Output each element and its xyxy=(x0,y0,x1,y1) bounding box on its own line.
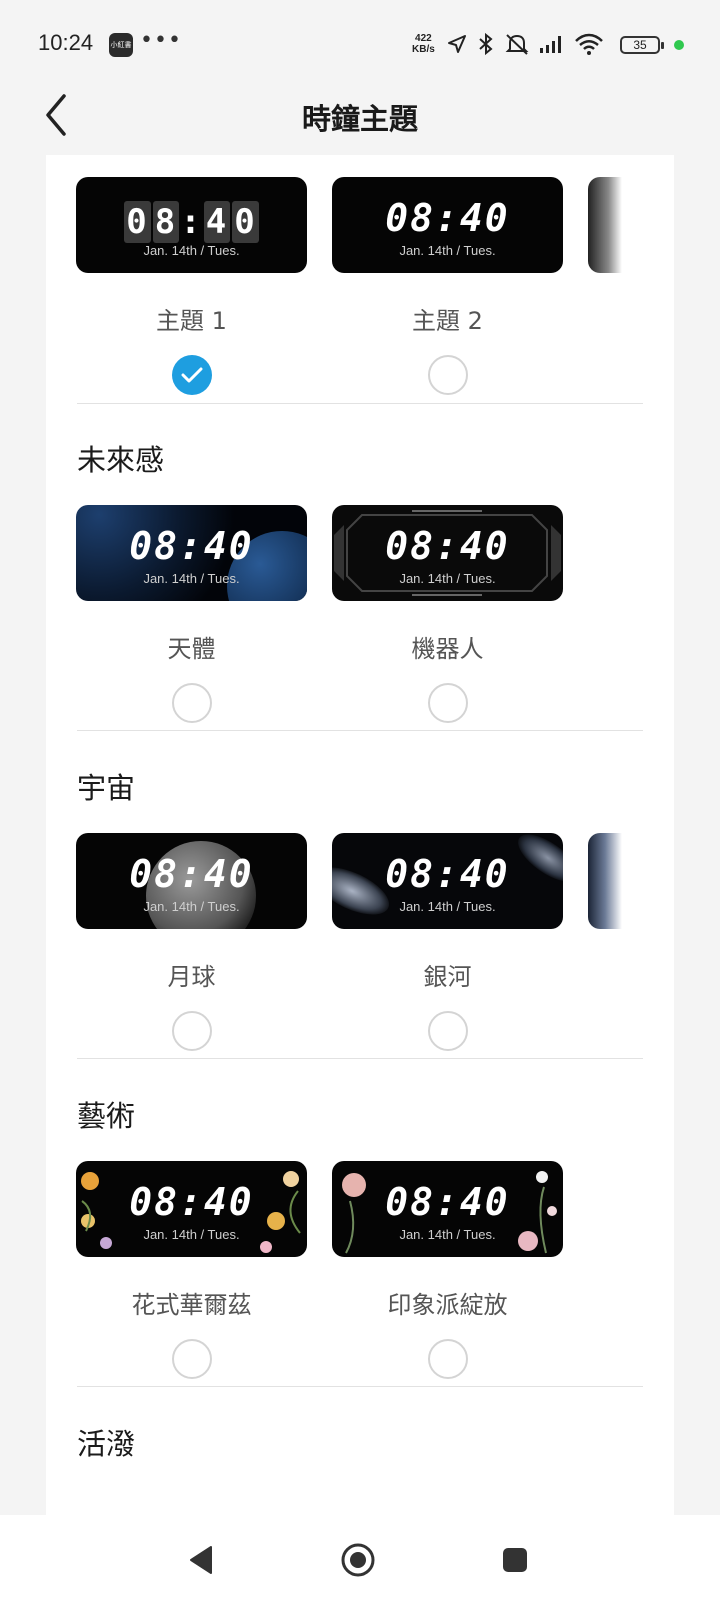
circle-home-icon xyxy=(341,1543,375,1577)
theme-thumbnail[interactable]: 08:40 Jan. 14th / Tues. xyxy=(332,177,563,273)
theme-item-theme2[interactable]: 08:40 Jan. 14th / Tues. 主題 2 xyxy=(332,177,563,395)
theme-label: 花式華爾茲 xyxy=(131,1291,252,1319)
theme-radio[interactable] xyxy=(427,1339,468,1379)
theme-label: 銀河 xyxy=(423,963,472,991)
theme-radio[interactable] xyxy=(171,1339,212,1379)
theme-thumbnail-peek[interactable] xyxy=(588,833,622,929)
status-time: 10:24 xyxy=(38,30,94,55)
status-bar: 10:24 小紅書 ••• 422 KB/s 35 xyxy=(0,0,720,90)
wifi-icon xyxy=(575,33,603,55)
theme-label: 月球 xyxy=(167,963,216,991)
theme-radio-selected[interactable] xyxy=(171,355,212,395)
theme-radio[interactable] xyxy=(427,355,468,395)
theme-thumbnail[interactable]: 08:40 Jan. 14th / Tues. xyxy=(76,1161,307,1257)
theme-radio[interactable] xyxy=(427,683,468,723)
divider xyxy=(77,730,643,731)
nav-back-button[interactable] xyxy=(176,1535,226,1585)
page-title: 時鐘主題 xyxy=(301,102,418,136)
mute-bell-icon xyxy=(505,34,529,55)
section-title-lively: 活潑 xyxy=(77,1427,136,1461)
theme-label: 主題 1 xyxy=(156,307,227,335)
theme-thumbnail[interactable]: 08:40 Jan. 14th / Tues. xyxy=(332,1161,563,1257)
theme-item-celestial[interactable]: 08:40 Jan. 14th / Tues. 天體 xyxy=(76,505,307,723)
battery-indicator: 35 xyxy=(620,36,664,54)
theme-thumbnail-peek[interactable] xyxy=(588,177,622,273)
triangle-back-icon xyxy=(190,1546,212,1574)
divider xyxy=(77,403,643,404)
checkmark-icon xyxy=(181,367,202,383)
theme-thumbnail[interactable]: 08:40 Jan. 14th / Tues. xyxy=(76,833,307,929)
app-header: 時鐘主題 xyxy=(0,90,720,154)
square-recents-icon xyxy=(503,1548,527,1572)
section-title-art: 藝術 xyxy=(77,1099,136,1133)
theme-item-moon[interactable]: 08:40 Jan. 14th / Tues. 月球 xyxy=(76,833,307,1051)
theme-item-floral-waltz[interactable]: 08:40 Jan. 14th / Tues. 花式華爾茲 xyxy=(76,1161,307,1379)
theme-label: 印象派綻放 xyxy=(387,1291,508,1319)
theme-label: 天體 xyxy=(167,635,216,663)
app-notification-icon: 小紅書 xyxy=(109,33,133,57)
theme-item-galaxy[interactable]: 08:40 Jan. 14th / Tues. 銀河 xyxy=(332,833,563,1051)
theme-radio[interactable] xyxy=(427,1011,468,1051)
theme-label: 機器人 xyxy=(411,635,484,663)
more-notifications-icon: ••• xyxy=(140,28,182,53)
theme-radio[interactable] xyxy=(171,1011,212,1051)
bluetooth-icon xyxy=(479,32,493,56)
section-title-futuristic: 未來感 xyxy=(77,443,165,477)
nav-home-button[interactable] xyxy=(333,1535,383,1585)
theme-thumbnail[interactable]: 08:40 Jan. 14th / Tues. xyxy=(76,505,307,601)
theme-item-theme1[interactable]: 0 8:4 0 Jan. 14th / Tues. 主題 1 xyxy=(76,177,307,395)
divider xyxy=(77,1386,643,1387)
nav-recents-button[interactable] xyxy=(490,1535,540,1585)
system-navigation-bar xyxy=(0,1515,720,1600)
section-title-universe: 宇宙 xyxy=(77,771,136,805)
theme-thumbnail[interactable]: 08:40 Jan. 14th / Tues. xyxy=(332,505,563,601)
active-indicator-dot xyxy=(674,40,684,50)
theme-thumbnail[interactable]: 08:40 Jan. 14th / Tues. xyxy=(332,833,563,929)
theme-thumbnail[interactable]: 08:40 Jan. 14th / Tues. xyxy=(76,177,307,273)
signal-icon xyxy=(540,36,561,53)
theme-item-impressionist-bloom[interactable]: 08:40 Jan. 14th / Tues. 印象派綻放 xyxy=(332,1161,563,1379)
theme-label: 主題 2 xyxy=(412,307,483,335)
location-icon xyxy=(448,35,466,53)
network-speed: 422 KB/s xyxy=(412,33,435,55)
theme-radio[interactable] xyxy=(171,683,212,723)
theme-item-robot[interactable]: 08:40 Jan. 14th / Tues. 機器人 xyxy=(332,505,563,723)
theme-list-card[interactable]: 0 8:4 0 Jan. 14th / Tues. 主題 1 08:40 Jan. … xyxy=(46,155,674,1515)
divider xyxy=(77,1058,643,1059)
